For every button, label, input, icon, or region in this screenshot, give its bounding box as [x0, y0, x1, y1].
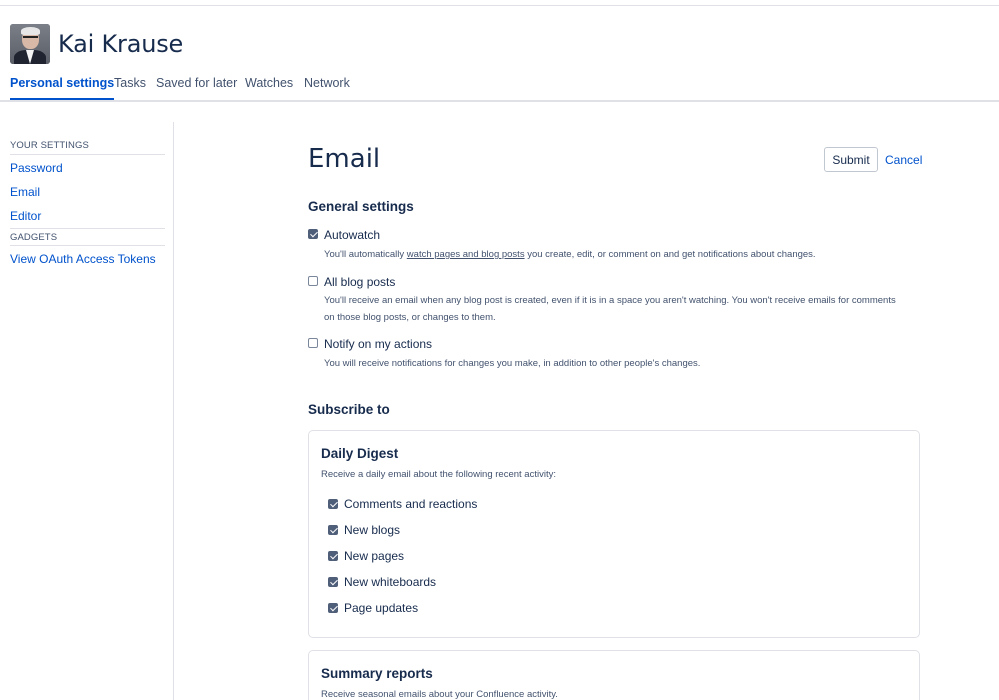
autowatch-label[interactable]: Autowatch	[324, 228, 380, 242]
tab-saved-for-later[interactable]: Saved for later	[156, 76, 237, 98]
notify-my-actions-label[interactable]: Notify on my actions	[324, 337, 432, 351]
daily-digest-card: Daily Digest Receive a daily email about…	[308, 430, 920, 638]
new-blogs-checkbox[interactable]	[328, 525, 338, 535]
sidebar-item-oauth-tokens[interactable]: View OAuth Access Tokens	[10, 252, 156, 266]
new-pages-label[interactable]: New pages	[344, 549, 404, 563]
daily-digest-description: Receive a daily email about the followin…	[321, 469, 556, 480]
profile-tabs: Personal settings Tasks Saved for later …	[0, 74, 999, 102]
profile-header: Kai Krause	[10, 24, 183, 64]
subscribe-heading: Subscribe to	[308, 402, 390, 417]
submit-button[interactable]: Submit	[824, 147, 878, 172]
tab-tasks[interactable]: Tasks	[114, 76, 146, 98]
sidebar-item-editor[interactable]: Editor	[10, 209, 41, 223]
autowatch-description: You'll automatically watch pages and blo…	[324, 249, 816, 260]
comments-reactions-checkbox[interactable]	[328, 499, 338, 509]
notify-my-actions-checkbox[interactable]	[308, 338, 318, 348]
page-title: Email	[308, 144, 381, 174]
daily-digest-title: Daily Digest	[321, 446, 399, 461]
watch-pages-link[interactable]: watch pages and blog posts	[407, 249, 525, 260]
all-blog-posts-label[interactable]: All blog posts	[324, 275, 395, 289]
sidebar-heading-your-settings: YOUR SETTINGS	[10, 140, 89, 151]
comments-reactions-label[interactable]: Comments and reactions	[344, 497, 477, 511]
sidebar-divider	[10, 154, 165, 155]
autowatch-checkbox[interactable]	[308, 229, 318, 239]
tab-personal-settings[interactable]: Personal settings	[10, 76, 115, 100]
user-name: Kai Krause	[58, 30, 184, 58]
settings-sidebar: YOUR SETTINGS Password Email Editor GADG…	[0, 122, 174, 700]
sidebar-heading-gadgets: GADGETS	[10, 232, 58, 243]
sidebar-divider	[10, 228, 165, 229]
new-blogs-label[interactable]: New blogs	[344, 523, 400, 537]
notify-my-actions-description: You will receive notifications for chang…	[324, 358, 701, 369]
page-updates-label[interactable]: Page updates	[344, 601, 418, 615]
sidebar-divider	[10, 245, 165, 246]
new-whiteboards-checkbox[interactable]	[328, 577, 338, 587]
cancel-link[interactable]: Cancel	[885, 153, 922, 167]
all-blog-posts-description: You'll receive an email when any blog po…	[324, 295, 896, 323]
avatar[interactable]	[10, 24, 50, 64]
summary-reports-card: Summary reports Receive seasonal emails …	[308, 650, 920, 700]
new-pages-checkbox[interactable]	[328, 551, 338, 561]
tab-watches[interactable]: Watches	[245, 76, 293, 98]
page-updates-checkbox[interactable]	[328, 603, 338, 613]
tab-network[interactable]: Network	[304, 76, 350, 98]
sidebar-item-password[interactable]: Password	[10, 161, 63, 175]
top-divider	[0, 5, 999, 6]
summary-reports-description: Receive seasonal emails about your Confl…	[321, 689, 558, 700]
summary-reports-title: Summary reports	[321, 666, 433, 681]
general-settings-heading: General settings	[308, 199, 414, 214]
all-blog-posts-checkbox[interactable]	[308, 276, 318, 286]
new-whiteboards-label[interactable]: New whiteboards	[344, 575, 436, 589]
sidebar-item-email[interactable]: Email	[10, 185, 40, 199]
